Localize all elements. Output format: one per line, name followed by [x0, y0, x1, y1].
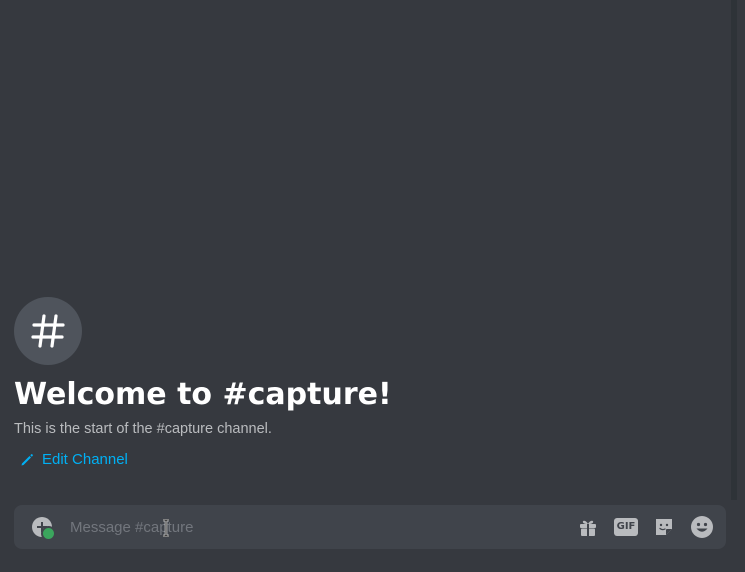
pencil-icon — [21, 453, 33, 465]
hashtag-icon — [31, 314, 65, 348]
message-scrollbar[interactable] — [731, 0, 737, 500]
gif-label: GIF — [614, 518, 638, 536]
gift-icon[interactable] — [576, 515, 600, 539]
emoji-icon[interactable] — [690, 515, 714, 539]
channel-welcome: Welcome to #capture! This is the start o… — [14, 297, 725, 471]
channel-view: Welcome to #capture! This is the start o… — [0, 0, 745, 572]
sticker-icon[interactable] — [652, 515, 676, 539]
channel-hashtag-icon — [14, 297, 82, 365]
welcome-subtitle: This is the start of the #capture channe… — [14, 421, 272, 437]
message-composer: GIF — [14, 505, 726, 549]
plus-circle-icon[interactable] — [30, 515, 56, 541]
message-input[interactable] — [70, 505, 576, 549]
edit-channel-button[interactable]: Edit Channel — [20, 451, 128, 468]
edit-channel-label: Edit Channel — [42, 451, 128, 468]
composer-actions: GIF — [576, 515, 714, 539]
welcome-title: Welcome to #capture! — [14, 377, 392, 412]
gif-icon[interactable]: GIF — [614, 515, 638, 539]
